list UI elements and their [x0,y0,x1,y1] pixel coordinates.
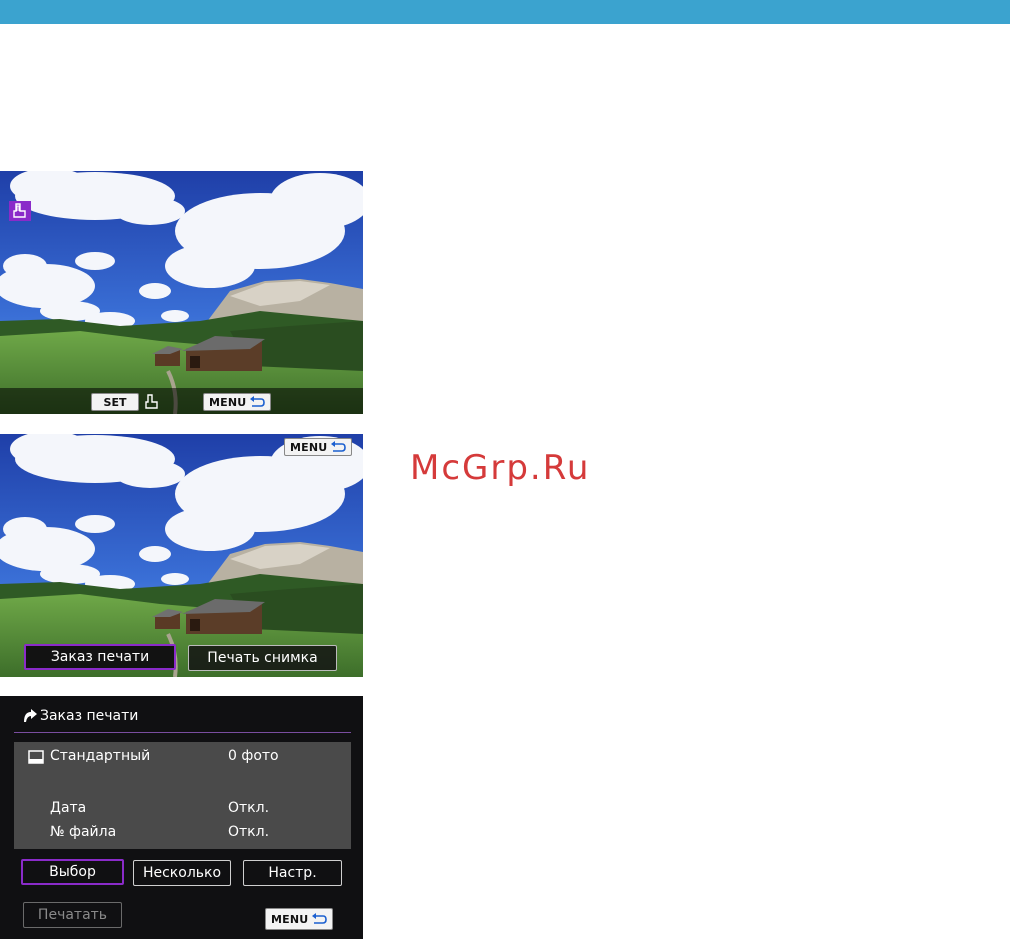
menu-return-button[interactable]: MENU [284,438,353,456]
page-title: Заказ печати [22,708,138,724]
landscape-photo [0,171,363,414]
print-order-screen: Заказ печати Стандартный 0 фото Дата Отк… [0,696,363,939]
header-bar [0,0,1010,24]
menu-label: MENU [209,395,247,409]
watermark: McGrp.Ru [410,448,591,488]
print-order-icon [9,201,31,221]
return-arrow-icon [312,913,328,924]
date-label: Дата [50,800,87,816]
setup-button[interactable]: Настр. [243,860,342,886]
title-text: Заказ печати [40,708,139,724]
set-button[interactable]: SET [91,393,139,411]
button-label: Печатать [37,907,108,923]
print-button[interactable]: Печатать [23,902,122,928]
standard-print-icon [28,750,44,764]
print-menu-screen: MENU Заказ печати Печать снимка [0,434,363,677]
print-order-icon [145,394,158,409]
menu-return-button[interactable]: MENU [265,908,334,930]
landscape-photo [0,434,363,677]
title-divider [14,732,351,733]
menu-label: MENU [271,912,309,926]
menu-label: MENU [290,440,328,454]
option-label: Заказ печати [50,649,150,665]
button-label: Выбор [49,864,96,880]
file-number-label: № файла [50,824,117,840]
set-label: SET [103,395,127,409]
bottom-guide-bar [0,388,363,414]
playback-tab-icon [24,709,37,722]
select-button[interactable]: Выбор [21,859,124,885]
option-label: Печать снимка [207,650,318,666]
date-value: Откл. [228,800,270,816]
multiple-button[interactable]: Несколько [133,860,231,886]
print-order-option[interactable]: Заказ печати [24,644,176,670]
direct-print-option[interactable]: Печать снимка [188,645,337,671]
print-type-label: Стандартный [50,748,151,764]
print-count-value: 0 фото [228,748,279,764]
file-number-value: Откл. [228,824,270,840]
playback-screen: SET MENU [0,171,363,414]
button-label: Настр. [268,865,317,881]
return-arrow-icon [331,441,347,452]
menu-return-button[interactable]: MENU [203,393,272,411]
return-arrow-icon [250,396,266,407]
button-label: Несколько [142,865,222,881]
